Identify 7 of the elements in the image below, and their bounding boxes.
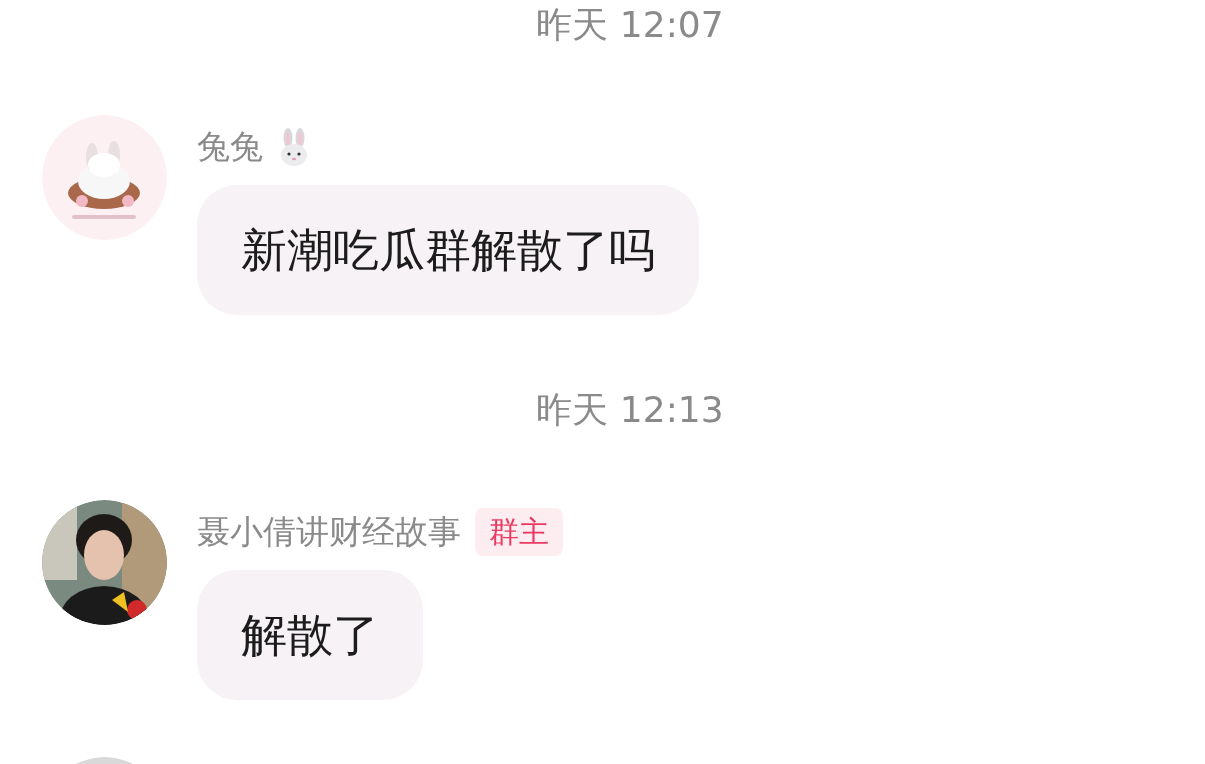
sender-name: 聂小倩讲财经故事	[197, 511, 461, 553]
owner-badge: 群主	[475, 508, 563, 556]
timestamp: 昨天 12:13	[535, 388, 724, 432]
message-bubble[interactable]: 新潮吃瓜群解散了吗	[197, 185, 699, 315]
timestamp: 昨天 12:07	[535, 3, 724, 47]
sender-name: 兔兔	[197, 126, 263, 168]
message-bubble[interactable]: 解散了	[197, 570, 423, 700]
